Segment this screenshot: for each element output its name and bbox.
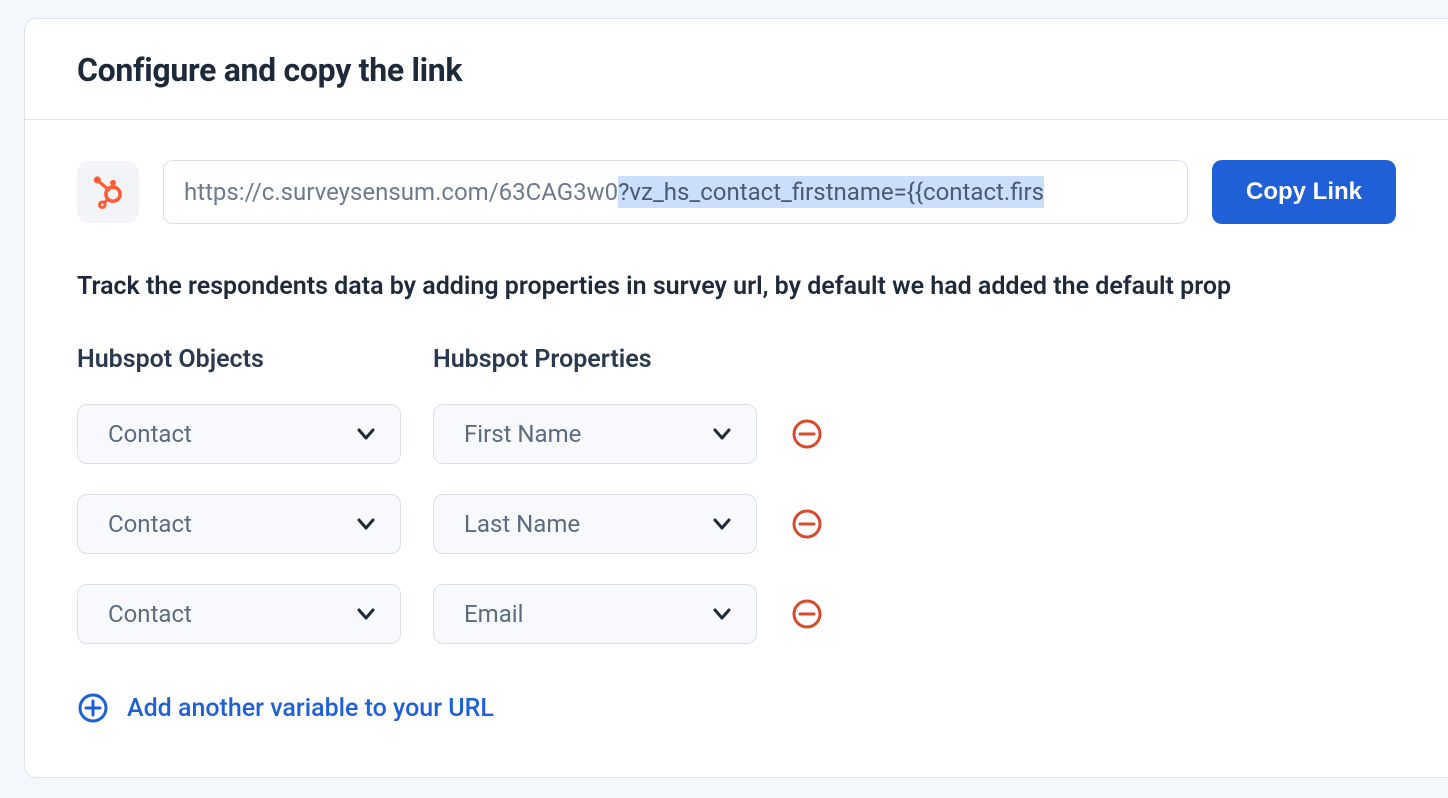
remove-row-button[interactable] <box>789 596 825 632</box>
chevron-down-icon <box>354 512 378 536</box>
configure-link-card: Configure and copy the link https://c.su… <box>24 18 1448 778</box>
property-select[interactable]: Last Name <box>433 494 757 554</box>
card-header: Configure and copy the link <box>25 19 1448 120</box>
chevron-down-icon <box>710 512 734 536</box>
link-row: https://c.surveysensum.com/63CAG3w0?vz_h… <box>77 160 1396 224</box>
object-select[interactable]: Contact <box>77 404 401 464</box>
object-select-value: Contact <box>108 600 192 628</box>
minus-circle-icon <box>791 508 823 540</box>
object-select[interactable]: Contact <box>77 584 401 644</box>
properties-column-header: Hubspot Properties <box>433 345 757 374</box>
add-variable-button[interactable]: Add another variable to your URL <box>77 692 494 724</box>
copy-link-label: Copy Link <box>1246 178 1362 206</box>
remove-row-button[interactable] <box>789 416 825 452</box>
object-select-value: Contact <box>108 420 192 448</box>
property-select[interactable]: Email <box>433 584 757 644</box>
chevron-down-icon <box>354 422 378 446</box>
add-variable-label: Add another variable to your URL <box>127 694 494 723</box>
properties-table: Hubspot Objects Hubspot Properties Conta… <box>77 345 1396 644</box>
card-body: https://c.surveysensum.com/63CAG3w0?vz_h… <box>25 120 1448 724</box>
page-title: Configure and copy the link <box>77 51 1396 89</box>
url-highlight-text: ?vz_hs_contact_firstname={{contact.firs <box>618 176 1044 208</box>
chevron-down-icon <box>710 602 734 626</box>
url-plain-text: https://c.surveysensum.com/63CAG3w0 <box>184 178 618 206</box>
minus-circle-icon <box>791 418 823 450</box>
property-select-value: Email <box>464 600 523 628</box>
chevron-down-icon <box>710 422 734 446</box>
objects-column-header: Hubspot Objects <box>77 345 401 374</box>
copy-link-button[interactable]: Copy Link <box>1212 160 1396 224</box>
object-select-value: Contact <box>108 510 192 538</box>
property-select-value: First Name <box>464 420 581 448</box>
tracking-description: Track the respondents data by adding pro… <box>77 272 1396 301</box>
minus-circle-icon <box>791 598 823 630</box>
survey-url-input[interactable]: https://c.surveysensum.com/63CAG3w0?vz_h… <box>163 160 1188 224</box>
property-select[interactable]: First Name <box>433 404 757 464</box>
chevron-down-icon <box>354 602 378 626</box>
hubspot-icon <box>77 161 139 223</box>
object-select[interactable]: Contact <box>77 494 401 554</box>
property-select-value: Last Name <box>464 510 580 538</box>
plus-circle-icon <box>77 692 109 724</box>
remove-row-button[interactable] <box>789 506 825 542</box>
